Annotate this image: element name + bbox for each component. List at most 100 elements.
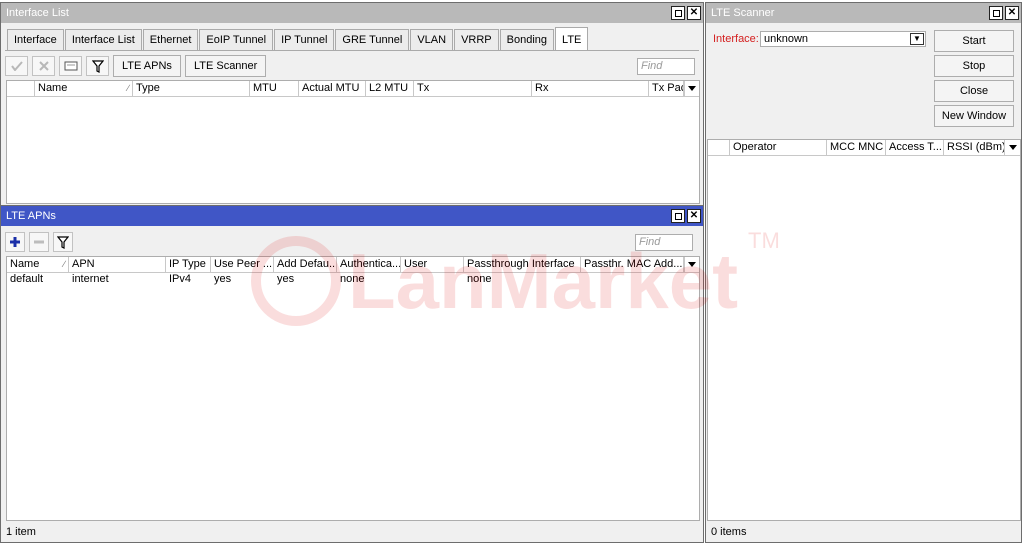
cell-add-default: yes	[277, 273, 295, 285]
new-window-button[interactable]: New Window	[934, 105, 1014, 127]
table-header: Name ∕ APN IP Type Use Peer ... Add Defa…	[7, 257, 699, 273]
chevron-down-icon	[1008, 145, 1017, 150]
lte-apns-titlebar[interactable]: LTE APNs ✕	[1, 206, 703, 226]
tab-lte[interactable]: LTE	[555, 27, 589, 50]
interface-select[interactable]: unknown ▼	[760, 31, 926, 47]
tab-gre-tunnel[interactable]: GRE Tunnel	[335, 29, 410, 51]
interface-tabs: Interface Interface List Ethernet EoIP T…	[7, 27, 589, 51]
cell-user	[401, 273, 404, 286]
column-menu-button[interactable]	[1004, 140, 1020, 155]
window-title: Interface List	[6, 7, 69, 19]
close-button[interactable]: ✕	[1005, 6, 1019, 20]
status-bar: 1 item	[6, 526, 36, 538]
interface-list-window: Interface List ✕ Interface Interface Lis…	[0, 2, 704, 207]
column-header-name[interactable]: Name ∕	[7, 257, 69, 272]
close-icon: ✕	[689, 7, 699, 18]
table-header: Name ∕ Type MTU Actual MTU L2 MTU Tx Rx …	[7, 81, 699, 97]
sort-icon: ∕	[63, 259, 65, 269]
interface-list-titlebar[interactable]: Interface List ✕	[1, 3, 703, 23]
column-menu-button[interactable]	[683, 257, 699, 272]
close-button[interactable]: ✕	[687, 209, 701, 223]
column-header-use-peer[interactable]: Use Peer ...	[211, 257, 274, 272]
filter-button[interactable]	[86, 56, 109, 76]
column-header-authentication[interactable]: Authentica...	[337, 257, 401, 272]
column-header-tx-packet[interactable]: Tx Pack	[649, 81, 685, 96]
column-header-mcc-mnc[interactable]: MCC MNC	[827, 140, 886, 155]
status-bar: 0 items	[711, 526, 747, 538]
find-input[interactable]: Find	[637, 57, 695, 75]
interface-value: unknown	[764, 33, 809, 45]
lte-apns-button[interactable]: LTE APNs	[113, 55, 181, 77]
chevron-down-icon	[687, 262, 696, 267]
column-menu-button[interactable]	[683, 81, 699, 96]
column-label: Name	[38, 82, 68, 94]
interface-label: Interface:	[713, 33, 759, 45]
column-header-passthrough-mac[interactable]: Passthr. MAC Add...	[581, 257, 685, 272]
table-row[interactable]: default internet IPv4 yes yes none none	[7, 273, 699, 286]
find-input[interactable]: Find	[635, 233, 693, 251]
plus-icon	[10, 237, 20, 247]
interface-table[interactable]: Name ∕ Type MTU Actual MTU L2 MTU Tx Rx …	[6, 80, 700, 204]
tab-interface-list[interactable]: Interface List	[64, 29, 142, 51]
tab-interface[interactable]: Interface	[7, 29, 64, 51]
remove-button[interactable]	[29, 232, 49, 252]
column-header-ip-type[interactable]: IP Type	[166, 257, 211, 272]
column-header-name[interactable]: Name ∕	[35, 81, 133, 96]
close-icon: ✕	[1007, 7, 1017, 18]
tab-ethernet[interactable]: Ethernet	[142, 29, 199, 51]
comment-button[interactable]	[59, 56, 82, 76]
column-header[interactable]	[708, 140, 730, 155]
column-header-access-technology[interactable]: Access T...	[886, 140, 944, 155]
cell-use-peer: yes	[214, 273, 232, 285]
add-button[interactable]	[5, 232, 25, 252]
close-button[interactable]: ✕	[687, 6, 701, 20]
scanner-table[interactable]: Operator MCC MNC Access T... RSSI (dBm)	[707, 139, 1021, 521]
table-header: Operator MCC MNC Access T... RSSI (dBm)	[708, 140, 1020, 156]
filter-button[interactable]	[53, 232, 73, 252]
window-title: LTE APNs	[6, 210, 56, 222]
tab-divider	[5, 50, 699, 51]
lte-scanner-button[interactable]: LTE Scanner	[184, 55, 267, 77]
lte-apns-window: LTE APNs ✕ Find Name ∕ APN IP Type Use P…	[0, 205, 704, 543]
tab-vlan[interactable]: VLAN	[410, 29, 454, 51]
apn-table[interactable]: Name ∕ APN IP Type Use Peer ... Add Defa…	[6, 256, 700, 521]
x-icon	[38, 61, 49, 71]
cell-apn: internet	[72, 273, 109, 285]
column-header-mtu[interactable]: MTU	[250, 81, 299, 96]
lte-scanner-window: LTE Scanner ✕ Interface: unknown ▼ Start…	[705, 2, 1022, 543]
interface-toolbar: LTE APNs LTE Scanner Find	[5, 54, 699, 78]
disable-button[interactable]	[32, 56, 55, 76]
column-header-actual-mtu[interactable]: Actual MTU	[299, 81, 366, 96]
start-button[interactable]: Start	[934, 30, 1014, 52]
lte-scanner-titlebar[interactable]: LTE Scanner ✕	[706, 3, 1021, 23]
filter-icon	[57, 235, 69, 249]
maximize-button[interactable]	[671, 6, 685, 20]
column-header-l2-mtu[interactable]: L2 MTU	[366, 81, 414, 96]
maximize-button[interactable]	[671, 209, 685, 223]
tab-vrrp[interactable]: VRRP	[454, 29, 499, 51]
tab-bonding[interactable]: Bonding	[499, 29, 555, 51]
tab-ip-tunnel[interactable]: IP Tunnel	[274, 29, 335, 51]
column-header-rx[interactable]: Rx	[532, 81, 649, 96]
checkmark-icon	[10, 61, 23, 71]
dropdown-icon[interactable]: ▼	[910, 33, 924, 45]
maximize-button[interactable]	[989, 6, 1003, 20]
cell-name: default	[10, 273, 44, 285]
column-header-operator[interactable]: Operator	[730, 140, 827, 155]
enable-button[interactable]	[5, 56, 28, 76]
filter-icon	[91, 59, 104, 73]
close-window-button[interactable]: Close	[934, 80, 1014, 102]
column-header-apn[interactable]: APN	[69, 257, 166, 272]
column-header-tx[interactable]: Tx	[414, 81, 532, 96]
column-header-add-default[interactable]: Add Defau...	[274, 257, 337, 272]
column-header-type[interactable]: Type	[133, 81, 250, 96]
sort-icon: ∕	[127, 83, 129, 93]
column-header-passthrough-interface[interactable]: Passthrough Interface	[464, 257, 581, 272]
column-header-rssi[interactable]: RSSI (dBm)	[944, 140, 1005, 155]
column-header[interactable]	[7, 81, 35, 96]
comment-icon	[64, 61, 77, 71]
close-icon: ✕	[689, 210, 699, 221]
stop-button[interactable]: Stop	[934, 55, 1014, 77]
column-header-user[interactable]: User	[401, 257, 464, 272]
tab-eoip-tunnel[interactable]: EoIP Tunnel	[199, 29, 274, 51]
